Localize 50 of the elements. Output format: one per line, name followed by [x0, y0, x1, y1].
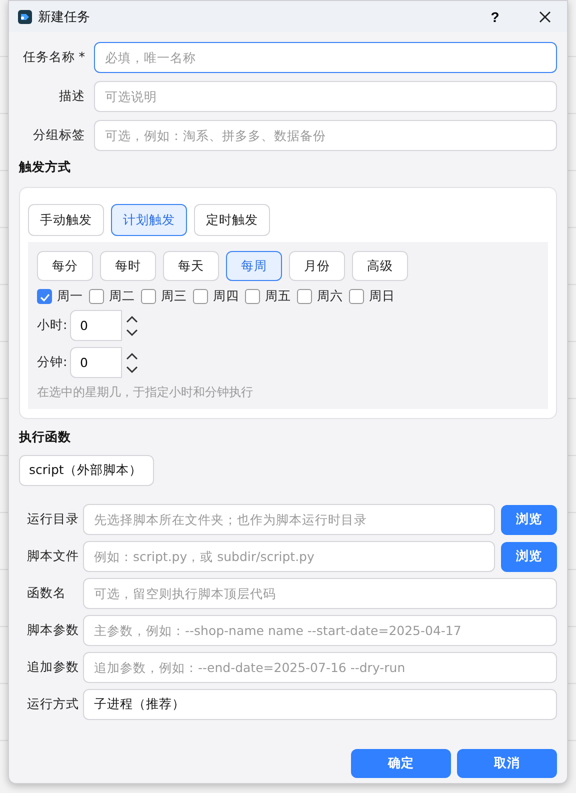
number-field[interactable]: 0	[70, 347, 122, 378]
frequency-tab[interactable]: 每周	[226, 251, 282, 281]
field-label: 脚本参数	[27, 622, 77, 639]
browse-button[interactable]: 浏览	[501, 504, 557, 534]
frequency-tab[interactable]: 月份	[289, 251, 345, 281]
field-label: 运行方式	[27, 696, 77, 713]
input-field[interactable]: 子进程（推荐）	[83, 689, 557, 720]
frequency-tab[interactable]: 每时	[100, 251, 156, 281]
window-title: 新建任务	[38, 8, 91, 26]
close-icon	[539, 10, 551, 22]
ok-button[interactable]: 确定	[351, 749, 451, 778]
mode-tab[interactable]: 计划触发	[111, 204, 187, 236]
cancel-button[interactable]: 取消	[457, 749, 557, 778]
checkbox[interactable]	[37, 289, 52, 304]
section-heading: 触发方式	[19, 159, 72, 176]
weekday-label: 周一	[57, 288, 83, 305]
frequency-tab[interactable]: 每分	[37, 251, 93, 281]
hint-text: 在选中的星期几，于指定小时和分钟执行	[37, 384, 254, 401]
field-label: 追加参数	[27, 659, 77, 676]
checkbox[interactable]	[349, 289, 364, 304]
number-field[interactable]: 0	[70, 310, 122, 341]
weekday-label: 周三	[161, 288, 187, 305]
checkbox[interactable]	[245, 289, 260, 304]
field-label: 分组标签	[32, 127, 85, 144]
help-button[interactable]: ?	[473, 1, 517, 32]
mode-tab[interactable]: 手动触发	[28, 204, 104, 236]
input-field[interactable]: 必填，唯一名称	[94, 42, 557, 73]
checkbox[interactable]	[297, 289, 312, 304]
function-select[interactable]: script（外部脚本）	[19, 455, 154, 486]
app-icon	[18, 10, 32, 24]
weekday-label: 周四	[213, 288, 239, 305]
browse-button[interactable]: 浏览	[501, 542, 557, 572]
weekday-label: 周五	[265, 288, 291, 305]
frequency-tab[interactable]: 每天	[163, 251, 219, 281]
checkbox[interactable]	[193, 289, 208, 304]
checkbox[interactable]	[89, 289, 104, 304]
weekday-label: 周六	[317, 288, 343, 305]
spinner-label: 小时:	[37, 317, 68, 334]
mode-tab[interactable]: 定时触发	[194, 204, 270, 236]
field-label: 函数名	[27, 585, 67, 602]
field-label: 运行目录	[27, 511, 77, 528]
weekday-label: 周日	[369, 288, 395, 305]
frequency-tab[interactable]: 高级	[352, 251, 408, 281]
field-label: 描述	[58, 88, 85, 105]
spinner-label: 分钟:	[37, 354, 68, 371]
section-heading: 执行函数	[19, 429, 72, 446]
field-label: 脚本文件	[27, 548, 77, 565]
field-label: 任务名称 *	[22, 49, 85, 66]
weekday-label: 周二	[109, 288, 135, 305]
checkbox[interactable]	[141, 289, 156, 304]
